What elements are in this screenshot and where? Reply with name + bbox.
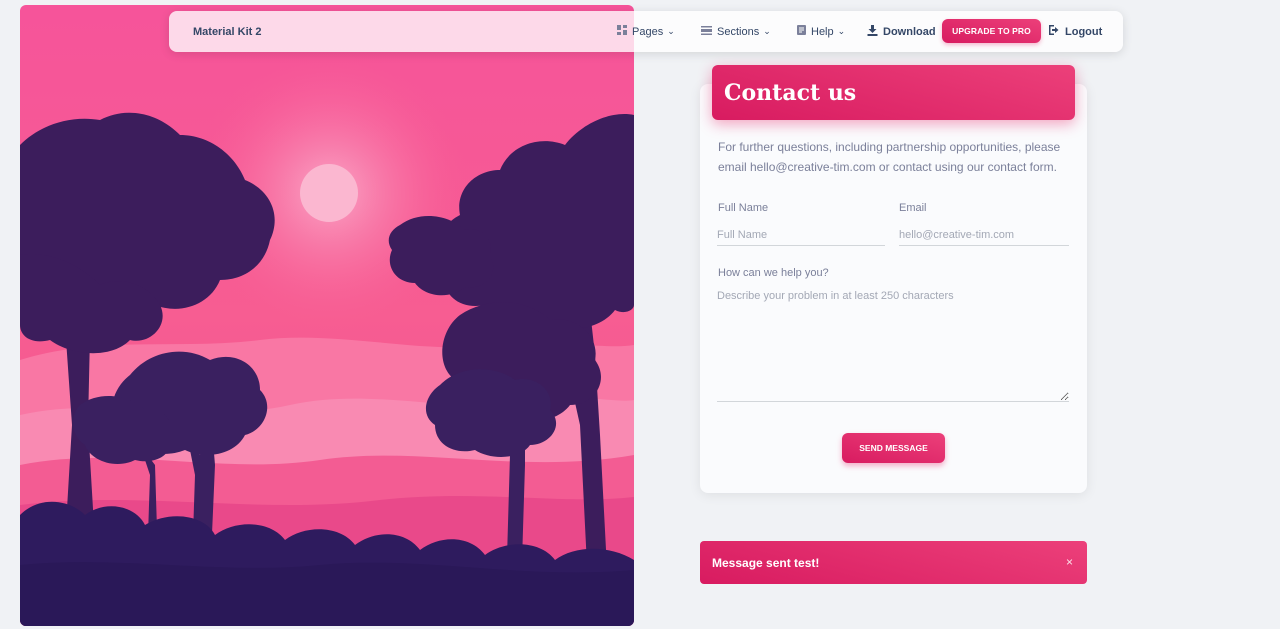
logout-link[interactable]: Logout — [1049, 11, 1102, 52]
message-textarea[interactable] — [717, 290, 1069, 402]
alert-message: Message sent test! — [712, 555, 820, 570]
send-message-button[interactable]: SEND MESSAGE — [842, 433, 945, 463]
dashboard-icon — [617, 25, 627, 38]
nav-item-sections[interactable]: Sections ⌄ — [701, 11, 771, 52]
brand-link[interactable]: Material Kit 2 — [193, 26, 261, 38]
full-name-input[interactable] — [717, 224, 885, 246]
chevron-down-icon: ⌄ — [763, 26, 771, 36]
nav-item-pages[interactable]: Pages ⌄ — [617, 11, 675, 52]
full-name-label: Full Name — [718, 202, 769, 214]
chevron-down-icon: ⌄ — [837, 26, 846, 36]
page-title: Contact us — [724, 79, 857, 106]
chevron-down-icon: ⌄ — [667, 26, 675, 36]
nav-item-label: Pages — [632, 25, 664, 38]
hero-illustration — [20, 5, 634, 626]
contact-card-header: Contact us — [712, 65, 1075, 120]
download-link[interactable]: Download — [867, 11, 936, 52]
nav-item-label: Help — [811, 25, 834, 38]
email-label: Email — [899, 202, 927, 214]
close-icon[interactable]: × — [1066, 555, 1073, 569]
success-alert: Message sent test! × — [700, 541, 1087, 584]
download-icon — [867, 24, 878, 39]
logout-icon — [1049, 25, 1060, 38]
navbar: Material Kit 2 Pages ⌄ Sections ⌄ Help ⌄… — [169, 11, 1123, 52]
logout-label: Logout — [1065, 25, 1103, 38]
nav-item-help[interactable]: Help ⌄ — [797, 11, 845, 52]
upgrade-to-pro-button[interactable]: UPGRADE TO PRO — [942, 19, 1041, 43]
email-input[interactable] — [899, 224, 1069, 246]
nav-item-label: Sections — [717, 25, 760, 38]
article-icon — [797, 25, 806, 38]
view-day-icon — [701, 25, 712, 38]
message-label: How can we help you? — [718, 267, 829, 279]
sunset-forest-image — [20, 5, 634, 626]
contact-intro-text: For further questions, including partner… — [718, 140, 1061, 174]
download-label: Download — [883, 25, 936, 38]
